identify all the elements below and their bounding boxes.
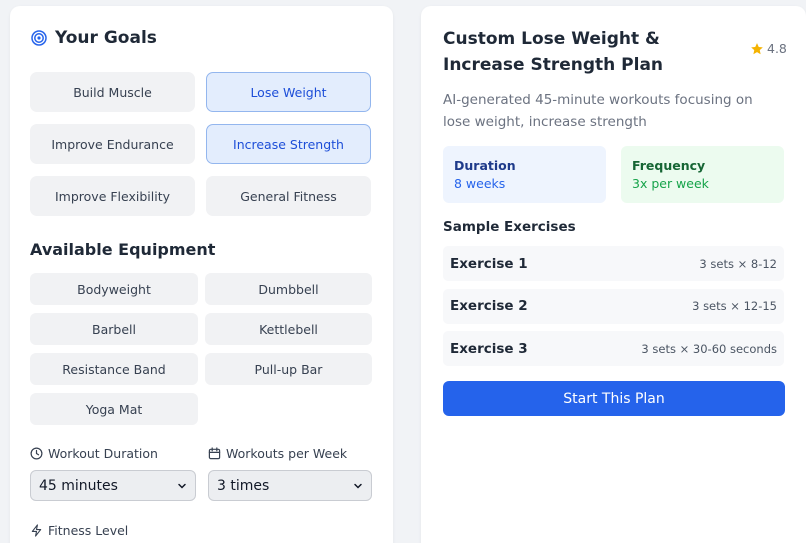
goals-title: Your Goals (55, 28, 157, 48)
exercise-list: Exercise 1 3 sets × 8-12 Exercise 2 3 se… (443, 246, 784, 374)
plan-description: AI-generated 45-minute workouts focusing… (443, 92, 753, 130)
chevron-down-icon (178, 483, 186, 489)
plan-rating: 4.8 (750, 41, 787, 56)
star-icon (751, 42, 763, 54)
frequency-card-value: 3x per week (632, 176, 709, 191)
workouts-per-week-select[interactable]: 3 times (208, 470, 372, 501)
goal-general-fitness-button[interactable]: General Fitness (206, 176, 371, 216)
goal-improve-flexibility-button[interactable]: Improve Flexibility (30, 176, 195, 216)
goal-build-muscle-button[interactable]: Build Muscle (30, 72, 195, 112)
workout-duration-label: Workout Duration (30, 446, 158, 461)
plan-panel: Custom Lose Weight & Increase Strength P… (421, 6, 806, 543)
fitness-level-label: Fitness Level (30, 523, 128, 538)
calendar-icon (208, 447, 221, 460)
exercise-detail: 3 sets × 8-12 (699, 256, 777, 271)
equipment-title: Available Equipment (30, 240, 216, 259)
exercise-name: Exercise 1 (450, 255, 528, 272)
exercise-name: Exercise 3 (450, 340, 528, 357)
frequency-card-label: Frequency (632, 158, 706, 173)
equipment-kettlebell-button[interactable]: Kettlebell (205, 313, 372, 345)
exercise-detail: 3 sets × 12-15 (692, 299, 777, 313)
workout-duration-value: 45 minutes (39, 477, 118, 494)
duration-card: Duration 8 weeks (443, 146, 606, 203)
sample-exercises-title: Sample Exercises (443, 219, 576, 235)
goal-increase-strength-button[interactable]: Increase Strength (206, 124, 371, 164)
equipment-bodyweight-button[interactable]: Bodyweight (30, 273, 198, 305)
frequency-card: Frequency 3x per week (621, 146, 784, 203)
chevron-down-icon (354, 483, 362, 489)
plan-title: Custom Lose Weight & Increase Strength P… (443, 29, 664, 75)
plan-rating-value: 4.8 (767, 41, 787, 56)
fitness-level-text: Fitness Level (48, 523, 129, 538)
workout-duration-text: Workout Duration (48, 446, 158, 461)
equipment-barbell-button[interactable]: Barbell (30, 313, 198, 345)
goals-panel: Your Goals Build Muscle Lose Weight Impr… (10, 6, 393, 543)
goal-lose-weight-button[interactable]: Lose Weight (206, 72, 371, 112)
equipment-resistance-band-button[interactable]: Resistance Band (30, 353, 198, 385)
goals-heading: Your Goals (31, 28, 157, 48)
equipment-pull-up-bar-button[interactable]: Pull-up Bar (205, 353, 372, 385)
workouts-per-week-text: Workouts per Week (226, 446, 348, 461)
equipment-dumbbell-button[interactable]: Dumbbell (205, 273, 372, 305)
target-icon (31, 30, 47, 46)
equipment-options: Bodyweight Dumbbell Barbell Kettlebell R… (30, 273, 372, 425)
exercise-detail: 3 sets × 30-60 seconds (641, 341, 777, 356)
duration-card-label: Duration (454, 158, 516, 173)
duration-card-value: 8 weeks (454, 176, 506, 191)
workout-duration-select[interactable]: 45 minutes (30, 470, 196, 501)
exercise-row: Exercise 1 3 sets × 8-12 (443, 246, 784, 281)
start-plan-button[interactable]: Start This Plan (443, 381, 785, 416)
clock-icon (30, 447, 43, 460)
exercise-row: Exercise 2 3 sets × 12-15 (443, 288, 784, 324)
goal-improve-endurance-button[interactable]: Improve Endurance (30, 124, 195, 164)
exercise-row: Exercise 3 3 sets × 30-60 seconds (443, 331, 784, 366)
exercise-name: Exercise 2 (450, 298, 528, 314)
workouts-per-week-label: Workouts per Week (208, 446, 347, 461)
equipment-yoga-mat-button[interactable]: Yoga Mat (30, 393, 198, 425)
workouts-per-week-value: 3 times (217, 477, 270, 494)
lightning-icon (31, 524, 42, 537)
goal-options: Build Muscle Lose Weight Improve Enduran… (30, 72, 371, 216)
